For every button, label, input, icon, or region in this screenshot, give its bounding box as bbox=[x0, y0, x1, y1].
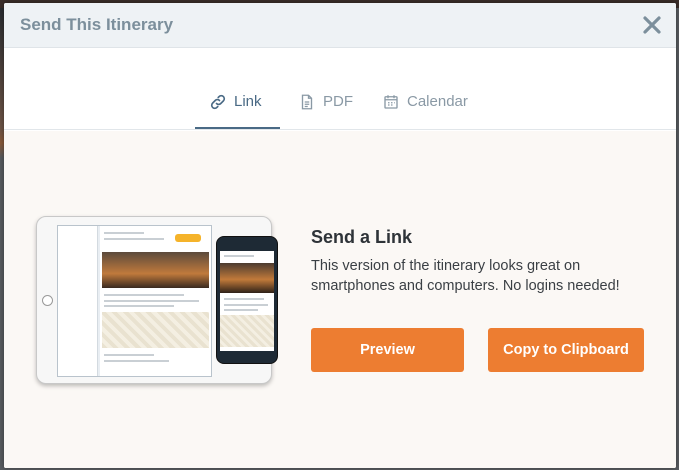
tablet-hero-photo bbox=[102, 252, 209, 288]
send-itinerary-modal: Send This Itinerary Link PDF Calendar Se… bbox=[4, 3, 676, 468]
calendar-icon bbox=[384, 95, 398, 109]
tablet-text-line bbox=[104, 300, 199, 302]
preview-button[interactable]: Preview bbox=[311, 328, 464, 372]
tablet-screen bbox=[57, 225, 212, 377]
tablet-text-line bbox=[104, 354, 154, 356]
tablet-text-line bbox=[104, 238, 164, 240]
modal-header: Send This Itinerary bbox=[4, 3, 676, 48]
phone-map bbox=[220, 315, 274, 347]
tablet-text-line bbox=[104, 294, 184, 296]
document-icon bbox=[301, 94, 313, 110]
tablet-text-line bbox=[104, 305, 174, 307]
tablet-home-button bbox=[42, 295, 53, 306]
tab-pdf[interactable]: PDF bbox=[284, 93, 367, 129]
phone-screen bbox=[220, 251, 274, 351]
tab-link[interactable]: Link bbox=[195, 93, 280, 129]
phone-text-line bbox=[224, 309, 258, 311]
copy-to-clipboard-button[interactable]: Copy to Clipboard bbox=[488, 328, 644, 372]
tablet-sidebar bbox=[58, 226, 98, 376]
devices-illustration bbox=[36, 216, 278, 384]
tablet-map bbox=[102, 312, 209, 348]
tab-bar: Link PDF Calendar bbox=[4, 48, 676, 130]
tab-link-label: Link bbox=[234, 93, 262, 110]
modal-title: Send This Itinerary bbox=[20, 15, 174, 34]
tablet-text-line bbox=[104, 232, 144, 234]
link-panel: Send a Link This version of the itinerar… bbox=[4, 131, 676, 468]
phone-hero-photo bbox=[220, 263, 274, 293]
send-link-title: Send a Link bbox=[311, 227, 413, 247]
tablet-text-line bbox=[104, 360, 169, 362]
close-button[interactable] bbox=[640, 13, 664, 37]
phone-text-line bbox=[224, 304, 268, 306]
phone-text-line bbox=[224, 255, 254, 257]
tablet-logo bbox=[175, 234, 201, 242]
send-link-description: This version of the itinerary looks grea… bbox=[311, 258, 620, 294]
link-icon bbox=[210, 94, 226, 110]
tab-calendar[interactable]: Calendar bbox=[368, 93, 482, 129]
phone-image bbox=[216, 236, 278, 364]
tablet-page bbox=[100, 226, 211, 376]
close-icon bbox=[643, 16, 661, 34]
phone-text-line bbox=[224, 298, 264, 300]
tab-pdf-label: PDF bbox=[323, 93, 353, 110]
tab-calendar-label: Calendar bbox=[407, 93, 468, 110]
